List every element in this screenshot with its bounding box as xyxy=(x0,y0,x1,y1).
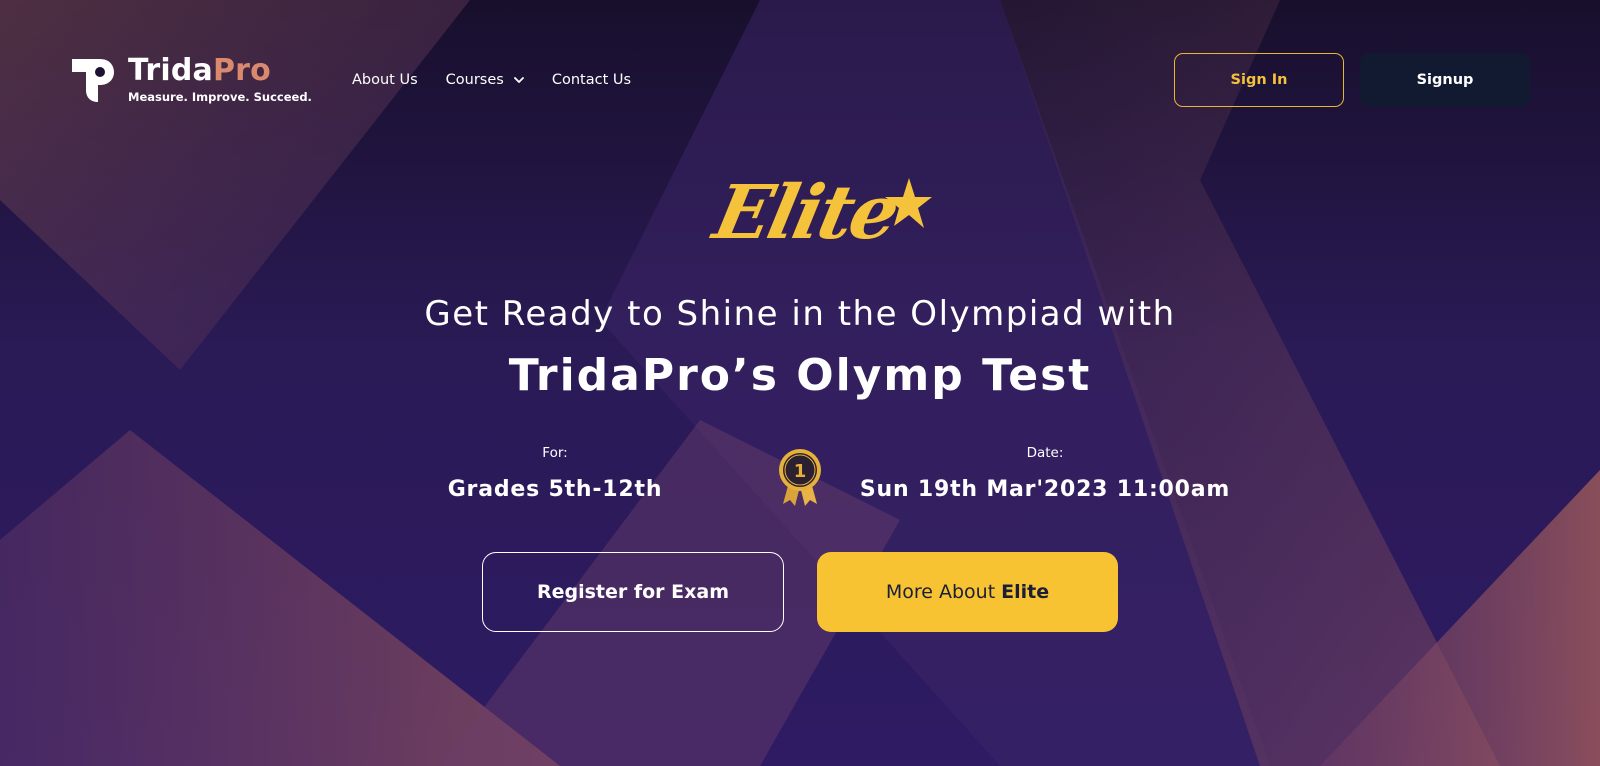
nav-contact-us[interactable]: Contact Us xyxy=(552,72,631,88)
date-value: Sun 19th Mar'2023 11:00am xyxy=(859,477,1231,502)
site-header: TridaPro Measure. Improve. Succeed. Abou… xyxy=(0,0,1600,160)
tridapro-logo[interactable]: TridaPro Measure. Improve. Succeed. xyxy=(70,56,312,104)
nav-contact-us-label: Contact Us xyxy=(551,72,632,88)
for-label: For: xyxy=(542,445,568,461)
logo-wordmark: TridaPro xyxy=(128,53,271,88)
chevron-down-icon xyxy=(513,77,524,83)
hero-headline-strong: TridaPro’s Olymp Test xyxy=(508,350,1092,401)
register-for-exam-button[interactable]: Register for Exam xyxy=(482,552,784,632)
more-about-label: More About xyxy=(885,581,996,603)
sign-in-button[interactable]: Sign In xyxy=(1174,53,1344,107)
more-about-strong-label: Elite xyxy=(1001,581,1050,603)
date-label: Date: xyxy=(1026,445,1064,461)
nav-about-us-label: About Us xyxy=(352,72,418,88)
hero-headline: Get Ready to Shine in the Olympiad with xyxy=(424,294,1176,334)
medal-number: 1 xyxy=(794,461,807,482)
nav-about-us[interactable]: About Us xyxy=(352,72,418,88)
grades-value: Grades 5th-12th xyxy=(447,477,663,502)
elite-brand-word: Elite xyxy=(706,170,905,256)
signup-button[interactable]: Signup xyxy=(1360,53,1530,107)
nav-courses-label: Courses xyxy=(445,72,504,88)
main-nav: About Us Courses Contact Us xyxy=(352,72,659,88)
star-icon xyxy=(885,178,932,228)
medal-icon: 1 xyxy=(779,449,821,506)
more-about-elite-button[interactable]: More About Elite xyxy=(817,552,1118,632)
nav-courses[interactable]: Courses xyxy=(446,72,524,88)
logo-mark-icon xyxy=(72,59,114,102)
logo-tagline: Measure. Improve. Succeed. xyxy=(128,90,312,104)
